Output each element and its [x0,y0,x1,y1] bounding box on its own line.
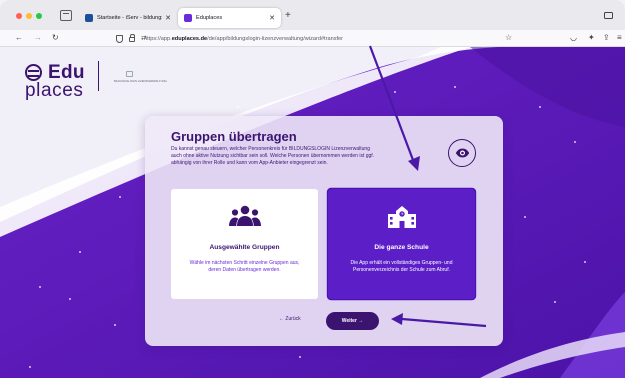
tab-iserv[interactable]: Startseite - iServ - bildungslogi ✕ [79,8,177,28]
close-window-button[interactable] [16,13,22,19]
minimize-window-button[interactable] [26,13,32,19]
option-label: Die ganze Schule [374,244,429,251]
tab-close-icon[interactable]: ✕ [165,14,171,22]
visibility-toggle-button[interactable] [448,139,476,167]
maximize-window-button[interactable] [36,13,42,19]
card-title: Gruppen übertragen [171,129,297,144]
option-description: Die App erhält ein vollständiges Gruppen… [350,260,453,274]
option-whole-school[interactable]: Die ganze Schule Die App erhält ein voll… [328,189,475,299]
browser-tab-bar: Startseite - iServ - bildungslogi ✕ Edup… [0,0,625,30]
extensions-icon[interactable]: ✦ [588,33,595,43]
reload-icon[interactable]: ↻ [52,33,59,43]
back-arrow-icon[interactable]: ← [15,33,23,43]
url-path: /de/app/bildungslogin-lizenzverwaltung/w… [207,35,344,42]
eduplaces-favicon-icon [184,14,192,22]
eduplaces-logo-icon [25,64,42,81]
page: Edu places BILDUNGSLOGIN LIZENZVERWALTUN… [0,47,625,378]
logo-divider [98,61,99,91]
tab-overview-icon[interactable] [60,10,72,21]
browser-nav-bar: ← → ↻ ⇄ https://app.eduplaces.de/de/app/… [0,30,625,47]
bildungslogin-logo: BILDUNGSLOGIN LIZENZVERWALTUNG [114,71,167,85]
menu-icon[interactable]: ≡ [617,33,622,43]
users-group-icon [228,205,261,226]
bildungslogin-logo-icon [126,71,133,77]
new-tab-button[interactable]: + [285,11,291,21]
next-button[interactable]: Weiter → [326,312,379,330]
back-button[interactable]: ← Zurück [279,316,301,322]
eduplaces-logo[interactable]: Edu places [25,62,95,103]
iserv-favicon-icon [85,14,93,22]
pocket-icon[interactable]: ◡ [570,33,577,43]
option-description: Wähle im nächsten Schritt einzelne Grupp… [189,260,300,274]
url-text[interactable]: https://app.eduplaces.de/de/app/bildungs… [144,36,343,42]
window-list-icon[interactable] [604,12,613,19]
transfer-wizard-card: Gruppen übertragen Du kannst genau steue… [145,116,503,346]
url-domain: eduplaces.de [171,35,208,42]
tab-close-icon[interactable]: ✕ [269,14,275,22]
bookmark-star-icon[interactable]: ☆ [505,33,512,43]
forward-arrow-icon[interactable]: → [34,33,42,43]
school-icon [387,206,416,228]
partner-logo-text: BILDUNGSLOGIN LIZENZVERWALTUNG [114,79,167,83]
logo-text-bottom: places [25,80,84,101]
tab-title: Eduplaces [196,15,223,21]
url-prefix: https://app. [144,35,172,42]
eye-icon [455,148,469,158]
card-description: Du kannst genau steuern, welcher Persone… [171,146,375,166]
share-icon[interactable]: ⇪ [603,33,610,43]
address-bar[interactable]: https://app.eduplaces.de/de/app/bildungs… [110,32,520,45]
option-selected-groups[interactable]: Ausgewählte Gruppen Wähle im nächsten Sc… [171,189,318,299]
tab-eduplaces[interactable]: Eduplaces ✕ [178,8,281,28]
tab-title: Startseite - iServ - bildungslogi [97,15,162,21]
option-label: Ausgewählte Gruppen [209,244,280,251]
